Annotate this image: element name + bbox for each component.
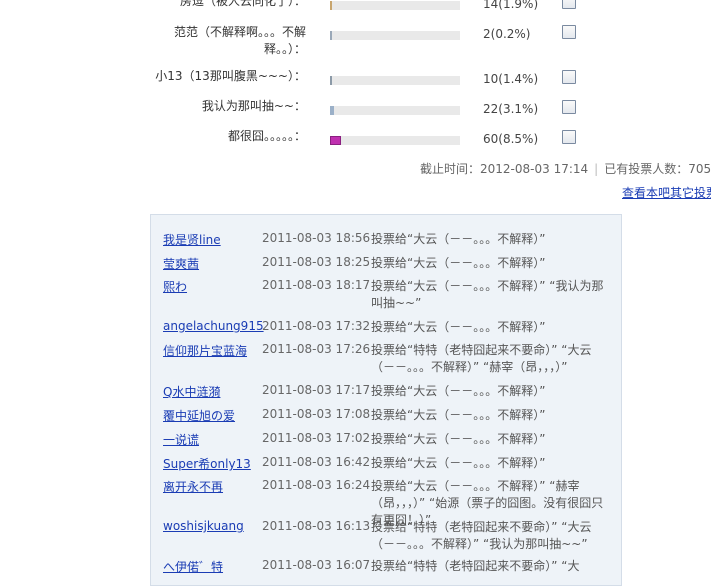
poll-option-row: 都很囧。。。。。： 60(8.5%) [0,128,711,158]
vote-bar-track [330,31,460,40]
vote-bar-fill [330,31,332,40]
log-username[interactable]: 熙わ [163,278,258,295]
poll-option-row: 我认为那叫抽~~： 22(3.1%) [0,98,711,128]
vote-bar-track [330,1,460,10]
vote-bar-fill [330,106,334,115]
log-time: 2011-08-03 18:25 [262,255,371,269]
voters-label: 已有投票人数： [604,162,689,176]
log-message: 投票给“大云（－－。。。不解释）” [371,432,546,446]
vote-count: 60(8.5%) [483,132,539,146]
log-message: 投票给“大云（－－。。。不解释）” [371,320,546,334]
poll-option-row: 房逗（被人云同化了）： 14(1.9%) [0,0,711,23]
log-time: 2011-08-03 16:07 [262,558,371,572]
log-message: 投票给“特特（老特囧起来不要命）” “大云（－－。。。不解释）” “我认为那叫抽… [371,520,592,551]
log-time: 2011-08-03 18:17 [262,278,371,292]
log-username[interactable]: 我是贤line [163,231,258,248]
log-username[interactable]: 信仰那片宝蓝海 [163,342,258,359]
log-message: 投票给“大云（－－。。。不解释）” [371,408,546,422]
poll-deadline: 截止时间：2012-08-03 17:14 | 已有投票人数：705 [420,160,711,177]
vote-bar-track [330,136,460,145]
log-username[interactable]: Q水中涟漪 [163,383,258,400]
vote-count: 14(1.9%) [483,0,539,11]
log-username[interactable]: 莹爽茜 [163,255,258,272]
log-message: 投票给“大云（－－。。。不解释）” [371,456,546,470]
log-time: 2011-08-03 17:32 [262,319,371,333]
log-username[interactable]: 覆中延旭の爱 [163,407,258,424]
poll-option-label: 我认为那叫抽~~： [201,99,306,113]
poll-option-label: 范范（不解释啊。。。不解释。。）： [173,25,306,56]
log-time: 2011-08-03 16:13 [262,519,371,533]
deadline-value: 2012-08-03 17:14 [480,162,589,176]
log-time: 2011-08-03 18:56 [262,231,371,245]
log-time: 2011-08-03 16:24 [262,478,371,492]
vote-checkbox[interactable] [562,130,576,144]
more-polls-link[interactable]: 查看本吧其它投票 [622,184,711,201]
log-time: 2011-08-03 17:26 [262,342,371,356]
divider: | [594,162,599,176]
log-message: 投票给“特特（老特囧起来不要命）” “大 [371,559,580,573]
log-time: 2011-08-03 17:02 [262,431,371,445]
log-time: 2011-08-03 17:08 [262,407,371,421]
vote-bar-track [330,106,460,115]
log-time: 2011-08-03 17:17 [262,383,371,397]
vote-log-panel: 我是贤line 2011-08-03 18:56 投票给“大云（－－。。。不解释… [150,214,622,586]
vote-checkbox[interactable] [562,0,576,9]
vote-count: 10(1.4%) [483,72,539,86]
log-time: 2011-08-03 16:42 [262,455,371,469]
vote-bar-track [330,76,460,85]
log-username[interactable]: woshisjkuang [163,519,258,533]
poll-option-label: 房逗（被人云同化了）： [179,0,306,8]
log-message: 投票给“大云（－－。。。不解释）” [371,232,546,246]
poll-option-label: 小13（13那叫腹黑~~~）： [155,69,306,83]
vote-count: 2(0.2%) [483,27,531,41]
log-username[interactable]: 离开永不再 [163,478,258,495]
poll-option-row: 小13（13那叫腹黑~~~）： 10(1.4%) [0,68,711,98]
vote-checkbox[interactable] [562,25,576,39]
log-username[interactable]: 一说谎 [163,431,258,448]
log-username[interactable]: angelachung915 [163,319,264,333]
log-message: 投票给“大云（－－。。。不解释）” [371,256,546,270]
log-username[interactable]: Super希only13 [163,455,258,472]
poll-option-label: 都很囧。。。。。： [227,129,306,143]
vote-count: 22(3.1%) [483,102,539,116]
log-username[interactable]: へ伊偌゛特 [163,558,258,575]
log-message: 投票给“大云（－－。。。不解释）” [371,384,546,398]
log-message: 投票给“特特（老特囧起来不要命）” “大云（－－。。。不解释）” “赫宰（昂，，… [371,343,592,374]
vote-bar-fill [330,136,341,145]
vote-bar-fill [330,1,332,10]
vote-checkbox[interactable] [562,100,576,114]
deadline-label: 截止时间： [420,162,481,176]
poll-option-row: 范范（不解释啊。。。不解释。。）： 2(0.2%) [0,23,711,56]
vote-checkbox[interactable] [562,70,576,84]
voters-count: 705 [688,162,711,176]
log-message: 投票给“大云（－－。。。不解释）” “我认为那叫抽~~” [371,279,604,310]
vote-bar-fill [330,76,332,85]
